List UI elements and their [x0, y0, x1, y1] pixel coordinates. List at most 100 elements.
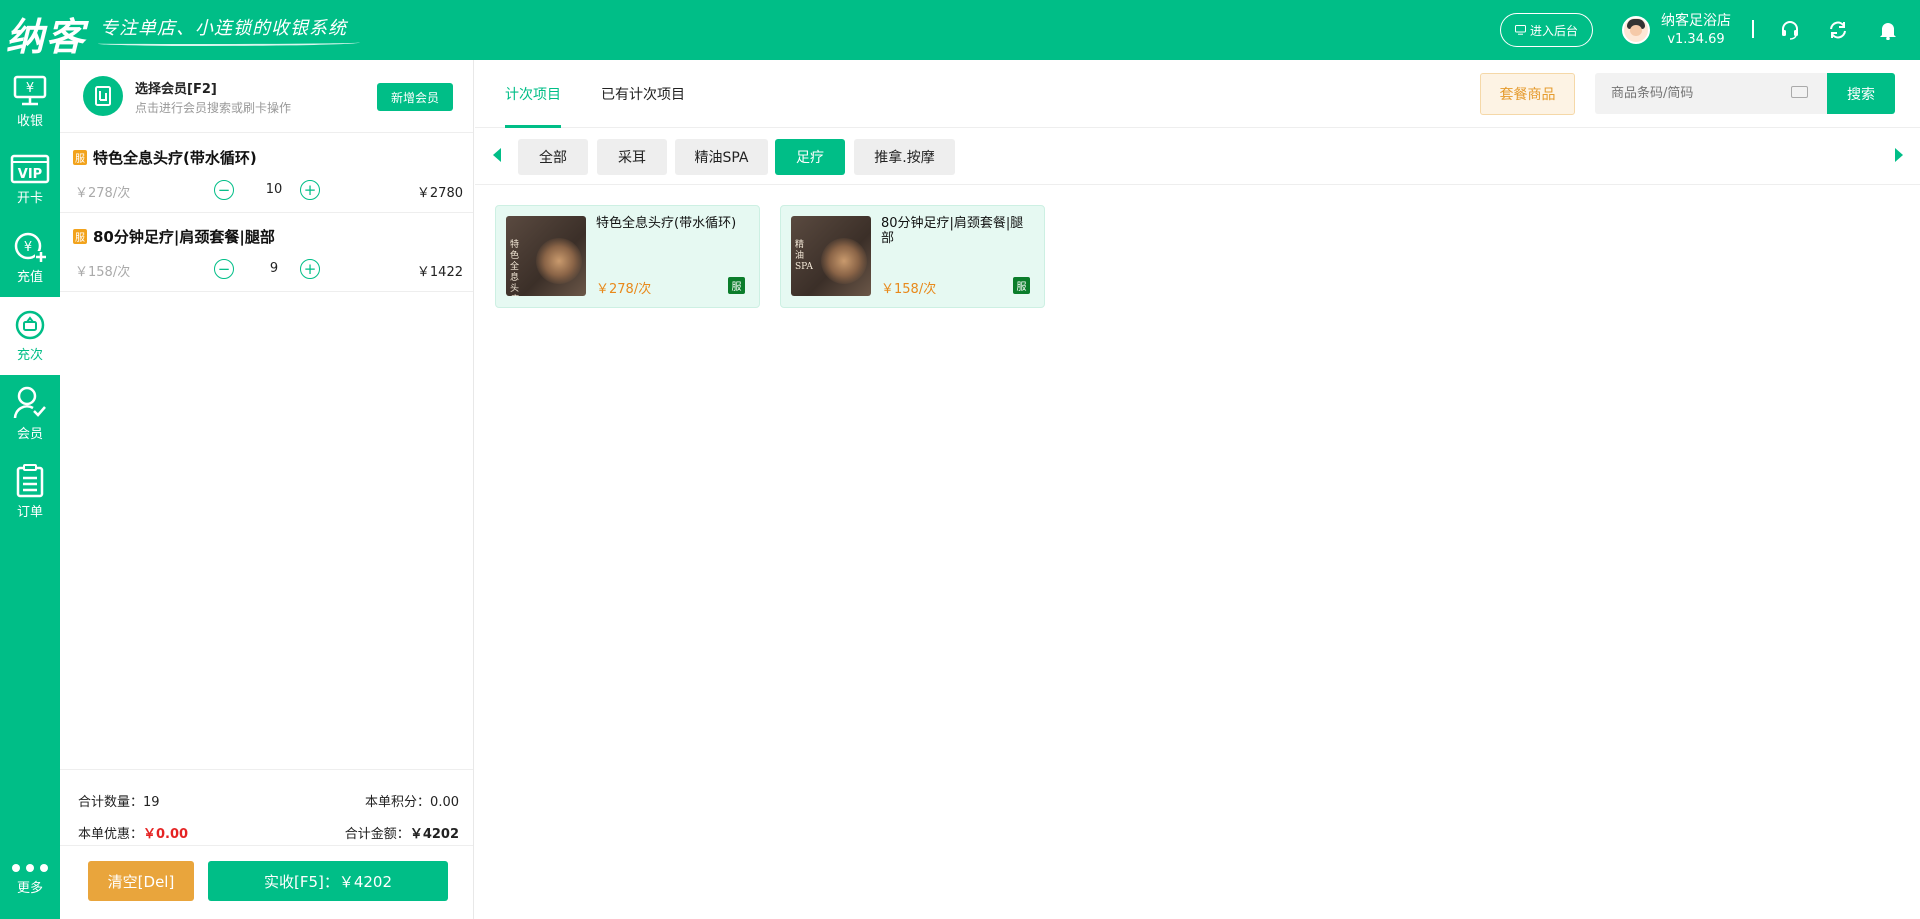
decrease-qty-button[interactable]: − [214, 259, 234, 279]
total-qty-value: 19 [143, 795, 160, 810]
cashier-icon: ¥ [13, 75, 47, 106]
category-all[interactable]: 全部 [518, 139, 588, 175]
top-bar: 纳客 专注单店、小连锁的收银系统 进入后台 纳客足浴店 v1.34.69 [0, 0, 1920, 60]
member-select-bar[interactable]: 选择会员[F2] 点击进行会员搜索或刷卡操作 新增会员 [60, 60, 473, 133]
package-products-button[interactable]: 套餐商品 [1480, 73, 1575, 115]
bell-icon[interactable] [1876, 18, 1900, 42]
nav-item-more[interactable]: 更多 [0, 840, 60, 918]
summary-divider [60, 845, 473, 846]
recharge-icon: ¥ [14, 232, 47, 263]
store-info: 纳客足浴店 v1.34.69 [1656, 10, 1736, 47]
points-row: 本单积分：0.00 [365, 791, 459, 810]
cart-item-name: 特色全息头疗(带水循环) [93, 149, 257, 167]
left-navigation: ¥ 收银 VIP 开卡 ¥ 充值 充次 会员 订单 更多 [0, 60, 60, 919]
cart-item-qty[interactable]: 10 [254, 182, 294, 197]
keyboard-icon[interactable] [1791, 86, 1808, 98]
nav-label-recharge-times: 充次 [16, 348, 43, 363]
cart-item-qty[interactable]: 9 [254, 261, 294, 276]
app-version: v1.34.69 [1667, 32, 1725, 47]
product-image: 精油SPA [791, 216, 871, 296]
increase-qty-button[interactable]: + [300, 180, 320, 200]
slogan-underline [98, 40, 360, 46]
nav-label-member: 会员 [16, 427, 43, 442]
cart-item-total: ￥1422 [416, 265, 463, 280]
nav-item-order[interactable]: 订单 [0, 453, 60, 531]
cart-item-total: ￥2780 [416, 186, 463, 201]
points-label: 本单积分： [365, 795, 431, 810]
nav-item-recharge-times[interactable]: 充次 [0, 297, 60, 375]
product-area: 计次项目 已有计次项目 套餐商品 搜索 全部 采耳 精油SPA 足疗 推拿.按摩… [475, 60, 1920, 919]
checkout-button[interactable]: 实收[F5]：￥4202 [208, 861, 448, 901]
add-member-button[interactable]: 新增会员 [377, 83, 453, 111]
svg-text:VIP: VIP [18, 167, 42, 182]
category-next-arrow-icon[interactable] [1895, 148, 1903, 162]
vip-card-icon: VIP [10, 154, 50, 184]
cart-item-unit-price: ￥158/次 [75, 265, 131, 280]
nav-item-member[interactable]: 会员 [0, 375, 60, 453]
nav-item-open-card[interactable]: VIP 开卡 [0, 141, 60, 219]
headset-icon[interactable] [1778, 18, 1802, 42]
recharge-times-icon [15, 310, 45, 340]
store-name: 纳客足浴店 [1661, 13, 1731, 29]
service-badge: 服 [73, 229, 87, 244]
amount-label: 合计金额： [344, 827, 410, 842]
order-icon [16, 464, 44, 498]
avatar[interactable] [1622, 16, 1650, 44]
nav-label-order: 订单 [16, 505, 43, 520]
product-image-text: 特色全息头疗 [510, 240, 520, 296]
product-card[interactable]: 特色全息头疗 特色全息头疗(带水循环) ￥278/次 服 [495, 205, 760, 308]
active-tab-indicator [505, 125, 561, 128]
enter-backend-label: 进入后台 [1529, 23, 1578, 38]
product-name: 80分钟足疗|肩颈套餐|腿部 [881, 216, 1024, 246]
app-logo: 纳客 [6, 14, 87, 59]
increase-qty-button[interactable]: + [300, 259, 320, 279]
member-select-hint: 点击进行会员搜索或刷卡操作 [135, 101, 292, 115]
service-badge: 服 [73, 150, 87, 165]
product-name: 特色全息头疗(带水循环) [596, 216, 737, 231]
member-icon [13, 386, 46, 419]
nav-label-recharge: 充值 [16, 270, 43, 285]
cart-item[interactable]: 服 80分钟足疗|肩颈套餐|腿部 ￥158/次 − 9 + ￥1422 [60, 213, 473, 292]
nav-item-cashier[interactable]: ¥ 收银 [0, 63, 60, 141]
category-prev-arrow-icon[interactable] [493, 148, 501, 162]
decrease-qty-button[interactable]: − [214, 180, 234, 200]
tab-count-items[interactable]: 计次项目 [505, 84, 561, 104]
product-card[interactable]: 精油SPA 80分钟足疗|肩颈套餐|腿部 ￥158/次 服 [780, 205, 1045, 308]
nav-label-open-card: 开卡 [16, 191, 43, 206]
nav-item-recharge[interactable]: ¥ 充值 [0, 219, 60, 297]
total-qty-row: 合计数量：19 [78, 791, 160, 810]
sync-icon[interactable] [1826, 18, 1850, 42]
cart-item-name: 80分钟足疗|肩颈套餐|腿部 [93, 228, 275, 246]
monitor-icon [1514, 25, 1526, 35]
nav-label-cashier: 收银 [16, 114, 43, 129]
service-badge: 服 [728, 277, 745, 294]
category-foot-therapy[interactable]: 足疗 [775, 139, 845, 175]
member-select-title: 选择会员[F2] [135, 82, 217, 97]
search-button[interactable]: 搜索 [1827, 73, 1895, 114]
product-image: 特色全息头疗 [506, 216, 586, 296]
clear-cart-button[interactable]: 清空[Del] [88, 861, 194, 901]
service-badge: 服 [1013, 277, 1030, 294]
discount-value: ￥0.00 [143, 827, 189, 842]
svg-text:¥: ¥ [26, 81, 34, 96]
svg-text:¥: ¥ [24, 240, 32, 255]
cart-panel: 选择会员[F2] 点击进行会员搜索或刷卡操作 新增会员 服 特色全息头疗(带水循… [60, 60, 474, 919]
category-bar: 全部 采耳 精油SPA 足疗 推拿.按摩 [475, 129, 1920, 185]
nav-label-more: 更多 [16, 881, 43, 896]
product-price: ￥158/次 [881, 282, 937, 297]
category-ear-cleaning[interactable]: 采耳 [597, 139, 667, 175]
tab-bar: 计次项目 已有计次项目 套餐商品 搜索 [475, 60, 1920, 128]
product-image-text: 精油SPA [795, 240, 813, 272]
amount-row: 合计金额：￥4202 [345, 823, 459, 842]
more-icon [12, 864, 48, 872]
enter-backend-button[interactable]: 进入后台 [1500, 13, 1593, 47]
app-slogan: 专注单店、小连锁的收银系统 [100, 18, 347, 39]
tab-existing-count-items[interactable]: 已有计次项目 [601, 84, 685, 104]
category-oil-spa[interactable]: 精油SPA [675, 139, 768, 175]
product-price: ￥278/次 [596, 282, 652, 297]
amount-value: ￥4202 [409, 827, 459, 842]
header-divider [1752, 20, 1754, 38]
category-massage[interactable]: 推拿.按摩 [854, 139, 955, 175]
cart-item-unit-price: ￥278/次 [75, 186, 131, 201]
cart-item[interactable]: 服 特色全息头疗(带水循环) ￥278/次 − 10 + ￥2780 [60, 134, 473, 213]
